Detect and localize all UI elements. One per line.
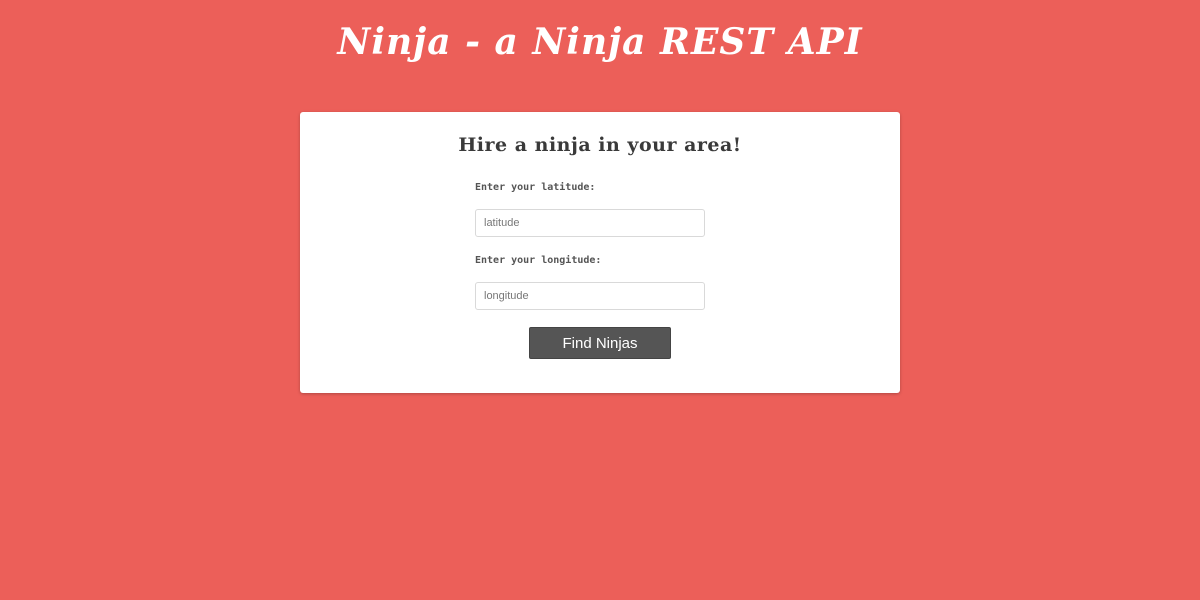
ninja-search-card: Hire a ninja in your area! Enter your la… <box>300 112 900 393</box>
page: Ninja - a Ninja REST API Hire a ninja in… <box>0 0 1200 600</box>
longitude-label: Enter your longitude: <box>475 255 602 266</box>
latitude-input[interactable] <box>475 209 705 237</box>
longitude-input[interactable] <box>475 282 705 310</box>
latitude-label: Enter your latitude: <box>475 182 596 193</box>
find-ninjas-button[interactable]: Find Ninjas <box>529 327 671 359</box>
form-heading: Hire a ninja in your area! <box>458 134 742 156</box>
app-title: Ninja - a Ninja REST API <box>337 21 863 63</box>
